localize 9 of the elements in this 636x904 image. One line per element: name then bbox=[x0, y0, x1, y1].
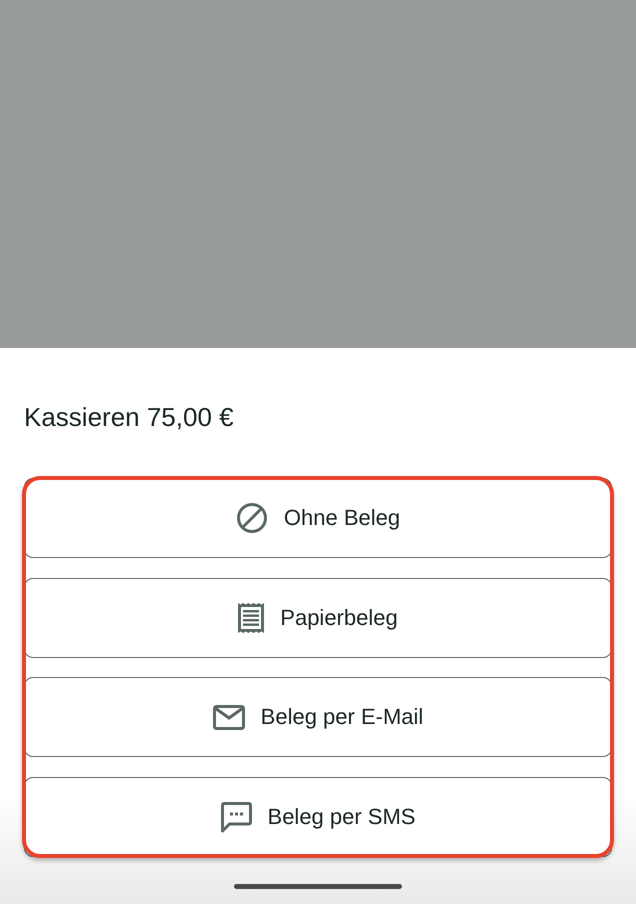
receipt-option-button[interactable]: Beleg per SMS bbox=[24, 777, 612, 858]
receipt-option-button[interactable]: Papierbeleg bbox=[24, 578, 612, 658]
receipt-option-button[interactable]: Beleg per E-Mail bbox=[24, 677, 612, 758]
envelope-icon bbox=[212, 704, 245, 730]
prohibited-icon bbox=[236, 502, 268, 534]
receipt-option-button[interactable]: Ohne Beleg bbox=[24, 478, 612, 558]
chat-bubble-icon bbox=[220, 802, 252, 833]
receipt-icon bbox=[238, 602, 264, 633]
sheet-title: Kassieren 75,00 € bbox=[24, 401, 234, 433]
